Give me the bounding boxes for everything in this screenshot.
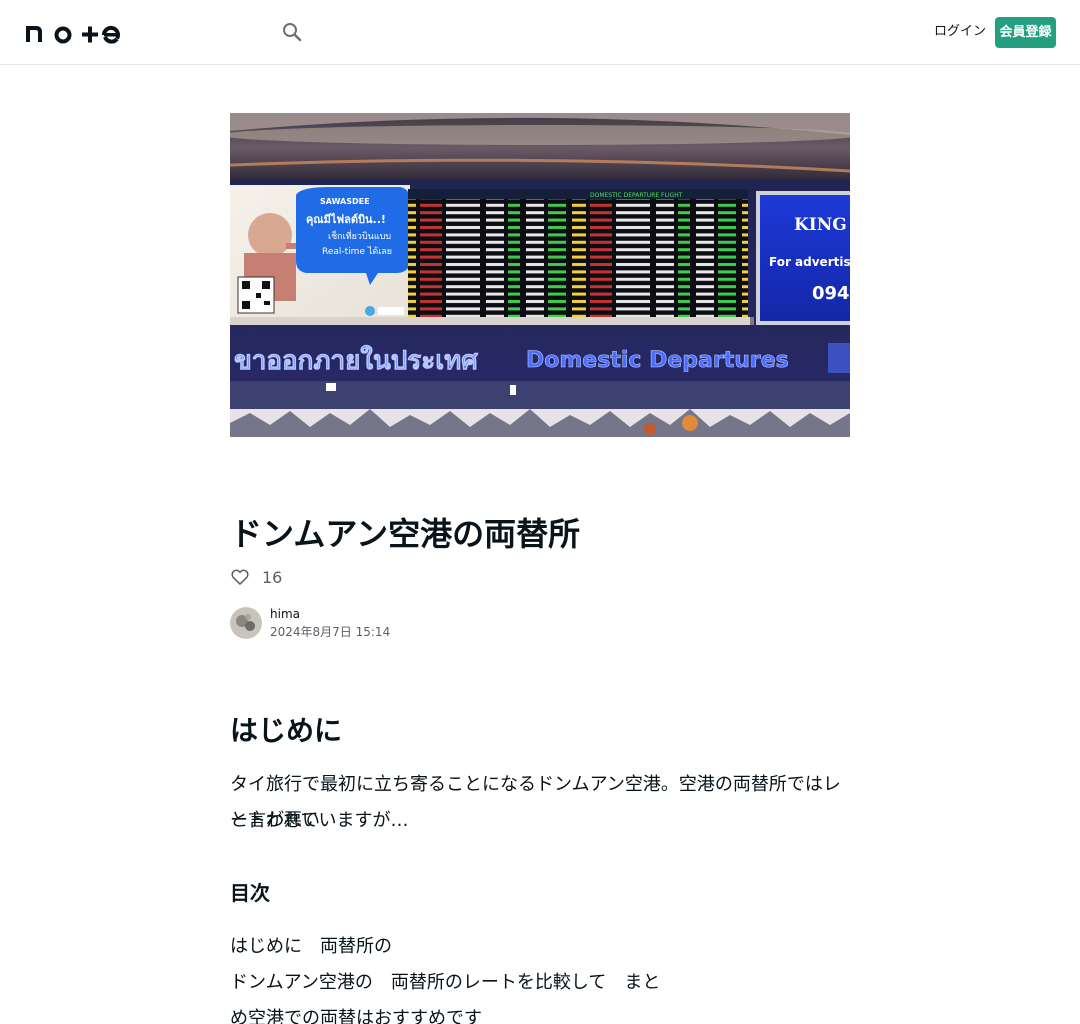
ad-line-3: Real-time ได้เลย [322,246,392,257]
login-link[interactable]: ログイン [918,20,1002,44]
heart-icon[interactable] [230,567,250,587]
like-count[interactable]: 16 [262,568,282,587]
toc-line[interactable]: め空港での両替はおすすめです [230,1001,850,1024]
departures-board-photo: SAWASDEE คุณมีไฟลต์บิน..! เช็กเที่ยวบินแ… [230,113,850,437]
ad-brand: SAWASDEE [320,197,370,206]
author-meta: hima 2024年8月7日 15:14 [270,605,390,641]
toc-line[interactable]: はじめに 両替所の [230,929,850,965]
toc-line[interactable]: ドンムアン空港の 両替所のレートを比較して まと [230,965,850,1001]
article-title: ドンムアン空港の両替所 [230,515,581,553]
body-text-line: と言われていますが… [230,810,409,831]
right-ad-brand: KING [794,215,847,235]
right-ad-number: 094 [812,283,850,304]
search-icon[interactable] [280,20,304,44]
hero-image: SAWASDEE คุณมีไฟลต์บิน..! เช็กเที่ยวบินแ… [230,113,850,437]
section-heading: はじめに [230,714,343,747]
note-logo[interactable] [24,20,124,44]
site-header: ログイン 会員登録 [0,0,1080,65]
sign-thai: ขาออกภายในประเทศ [234,345,478,376]
author-info: hima 2024年8月7日 15:14 [230,607,390,639]
board-title: DOMESTIC DEPARTURE FLIGHT [590,192,683,199]
post-date: 2024年8月7日 15:14 [270,625,391,639]
signup-button[interactable]: 会員登録 [995,17,1056,48]
like-area: 16 [230,566,282,588]
sign-english: Domestic Departures [526,348,789,373]
ad-line-1: คุณมีไฟลต์บิน..! [306,212,386,227]
toc-heading: 目次 [230,881,270,905]
right-ad-text: For advertis [769,255,850,269]
avatar[interactable] [230,607,262,639]
author-name[interactable]: hima [270,605,390,623]
